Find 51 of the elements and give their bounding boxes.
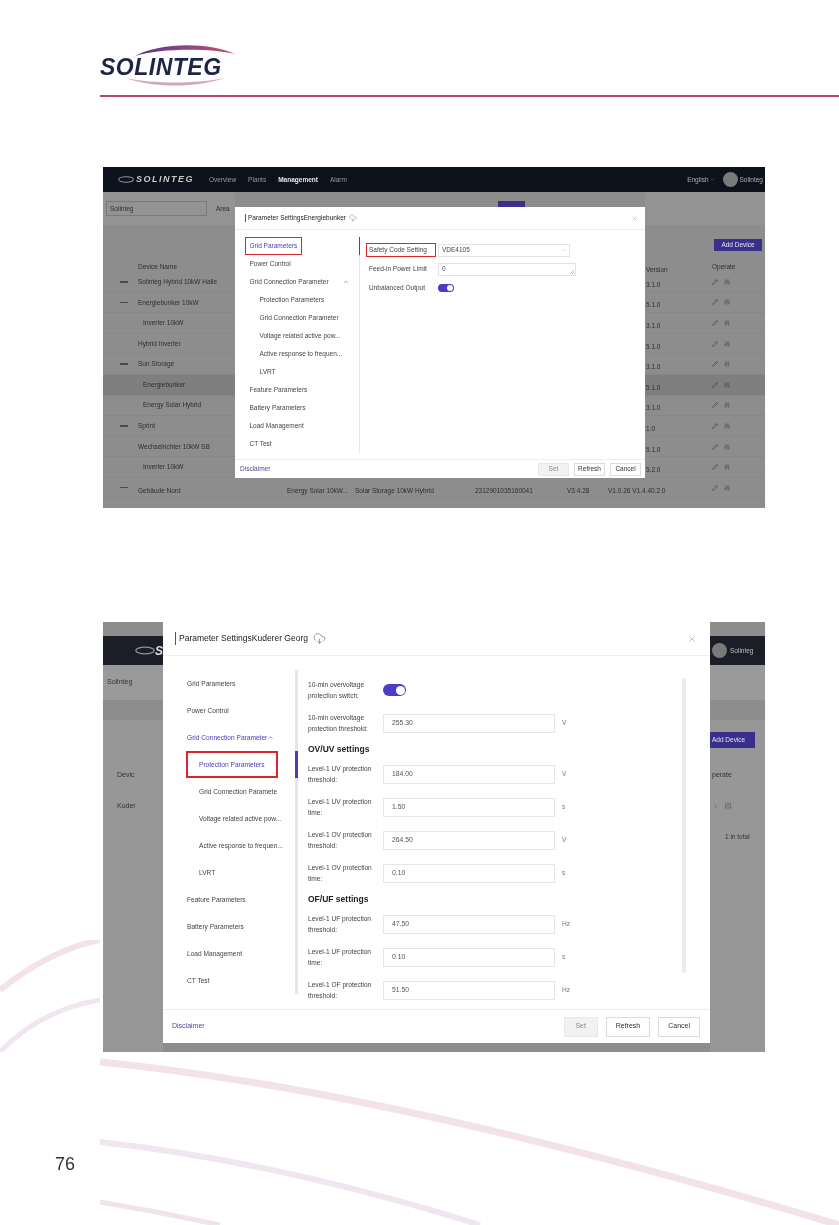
sliders-icon[interactable] bbox=[724, 484, 730, 491]
selection-indicator bbox=[358, 237, 360, 255]
edit-icon[interactable] bbox=[712, 402, 718, 409]
edit-icon[interactable] bbox=[712, 361, 718, 368]
avatar-icon[interactable] bbox=[712, 643, 727, 658]
swoosh-arc-icon bbox=[125, 78, 225, 86]
sliders-icon[interactable] bbox=[724, 802, 732, 810]
edit-icon[interactable] bbox=[712, 484, 718, 491]
edit-icon[interactable] bbox=[712, 320, 718, 326]
swoosh-arc-icon bbox=[135, 44, 235, 56]
close-icon[interactable] bbox=[631, 214, 638, 222]
query-button[interactable] bbox=[498, 201, 525, 207]
logo-swoosh-icon bbox=[118, 176, 134, 183]
edit-icon[interactable] bbox=[712, 443, 718, 450]
edit-icon[interactable] bbox=[712, 381, 718, 388]
sliders-icon[interactable] bbox=[724, 340, 730, 347]
logo-text: SOLINTEG bbox=[136, 172, 194, 186]
sliders-icon[interactable] bbox=[724, 422, 730, 429]
cloud-download-icon[interactable] bbox=[348, 214, 357, 222]
chevron-down-icon bbox=[709, 177, 715, 182]
sliders-icon[interactable] bbox=[724, 361, 730, 368]
section-heading: OF/UF settings bbox=[308, 892, 369, 906]
filter-bar bbox=[710, 665, 765, 700]
sliders-icon[interactable] bbox=[724, 443, 730, 450]
edit-icon[interactable] bbox=[712, 340, 718, 347]
avatar-icon[interactable] bbox=[722, 172, 738, 187]
sliders-icon[interactable] bbox=[724, 278, 730, 285]
logo-swoosh-icon bbox=[135, 646, 155, 655]
edit-icon[interactable] bbox=[712, 278, 718, 285]
minus-icon[interactable] bbox=[120, 486, 128, 489]
page-number: 76 bbox=[55, 1154, 76, 1174]
sliders-icon[interactable] bbox=[724, 320, 730, 326]
sliders-icon[interactable] bbox=[724, 381, 730, 388]
toggle-switch[interactable] bbox=[383, 684, 406, 696]
chevron-right-icon[interactable] bbox=[712, 802, 719, 810]
close-icon[interactable] bbox=[687, 633, 697, 644]
cloud-download-icon[interactable] bbox=[313, 632, 326, 645]
section-heading: OV/UV settings bbox=[308, 742, 370, 756]
minus-icon[interactable] bbox=[120, 301, 128, 304]
resize-grip-icon[interactable] bbox=[570, 269, 574, 274]
edit-icon[interactable] bbox=[712, 422, 718, 429]
sliders-icon[interactable] bbox=[724, 464, 730, 471]
logo-text: S bbox=[155, 643, 163, 658]
dialog-title: Parameter SettingsKuderer Georg bbox=[175, 632, 308, 645]
selection-indicator bbox=[295, 751, 298, 778]
toggle-switch[interactable] bbox=[438, 284, 454, 292]
edit-icon[interactable] bbox=[712, 464, 718, 471]
sliders-icon[interactable] bbox=[724, 402, 730, 409]
sliders-icon[interactable] bbox=[724, 299, 730, 306]
logo-text: SOLINTEG bbox=[100, 56, 222, 78]
edit-icon[interactable] bbox=[712, 299, 718, 306]
